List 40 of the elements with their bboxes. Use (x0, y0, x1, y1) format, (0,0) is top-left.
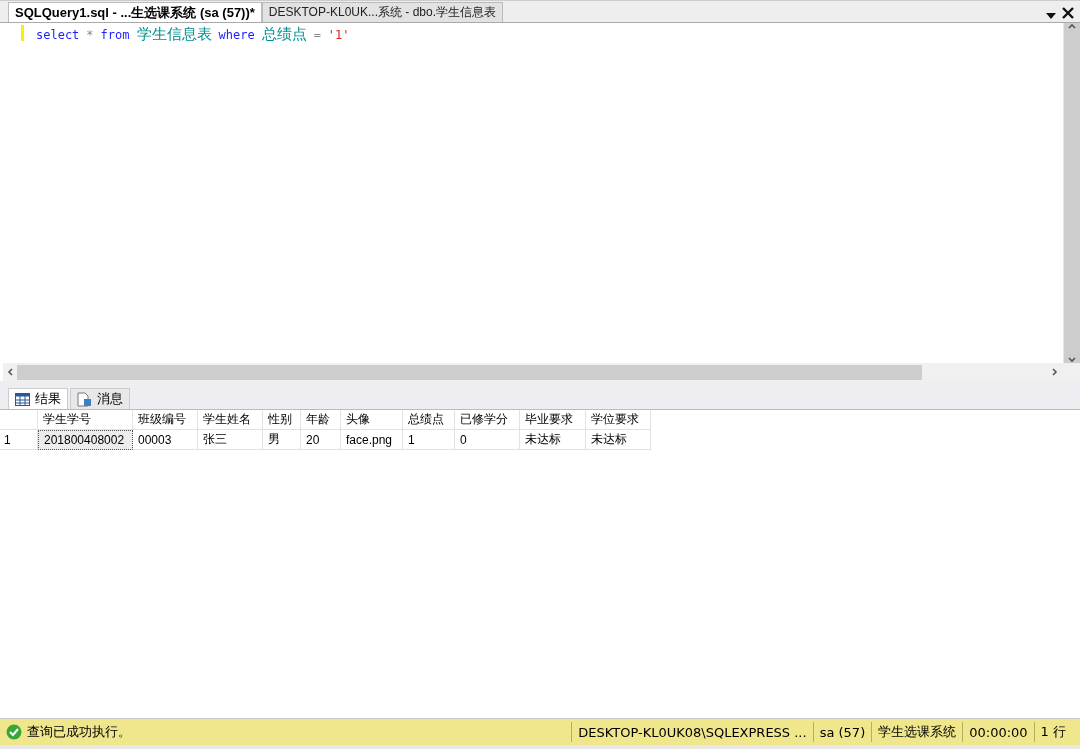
table-cell[interactable]: face.png (341, 430, 403, 450)
sql-code-line: select * from 学生信息表 where 总绩点 = '1' (36, 25, 350, 45)
horizontal-scrollbar[interactable] (3, 363, 1064, 381)
table-cell[interactable]: 张三 (198, 430, 263, 450)
dropdown-icon[interactable] (1046, 13, 1056, 19)
column-header[interactable]: 毕业要求 (520, 410, 586, 430)
table-cell[interactable]: 00003 (133, 430, 198, 450)
row-count: 1 行 (1033, 722, 1080, 742)
grid-icon (15, 392, 30, 406)
grid-corner-cell[interactable] (0, 410, 38, 430)
table-cell[interactable]: 0 (455, 430, 520, 450)
column-header[interactable]: 班级编号 (133, 410, 198, 430)
results-tab[interactable]: 结果 (8, 388, 68, 409)
document-icon (77, 391, 92, 407)
table-cell[interactable]: 201800408002 (38, 430, 133, 450)
column-header[interactable]: 已修学分 (455, 410, 520, 430)
vertical-scrollbar[interactable] (1063, 23, 1080, 363)
table-cell[interactable]: 20 (301, 430, 341, 450)
column-header[interactable]: 学位要求 (586, 410, 651, 430)
column-header[interactable]: 年龄 (301, 410, 341, 430)
server-name: DESKTOP-KL0UK08\SQLEXPRESS ... (571, 722, 813, 742)
document-tab[interactable]: SQLQuery1.sql - ...生选课系统 (sa (57))* (8, 2, 262, 22)
column-header[interactable]: 学生姓名 (198, 410, 263, 430)
column-header[interactable]: 总绩点 (403, 410, 455, 430)
change-marker (21, 25, 24, 41)
column-header[interactable]: 头像 (341, 410, 403, 430)
results-tab[interactable]: 消息 (70, 388, 130, 409)
status-message: 查询已成功执行。 (27, 723, 131, 741)
close-icon[interactable] (1062, 7, 1074, 19)
database-name: 学生选课系统 (871, 722, 963, 742)
table-cell[interactable]: 1 (403, 430, 455, 450)
success-check-icon (6, 724, 22, 740)
user-session: sa (57) (812, 722, 872, 742)
table-cell[interactable]: 未达标 (520, 430, 586, 450)
elapsed-time: 00:00:00 (962, 722, 1034, 742)
document-tab[interactable]: DESKTOP-KL0UK...系统 - dbo.学生信息表 (261, 2, 503, 22)
table-cell[interactable]: 男 (263, 430, 301, 450)
column-header[interactable]: 性别 (263, 410, 301, 430)
column-header[interactable]: 学生学号 (38, 410, 133, 430)
table-cell[interactable]: 未达标 (586, 430, 651, 450)
